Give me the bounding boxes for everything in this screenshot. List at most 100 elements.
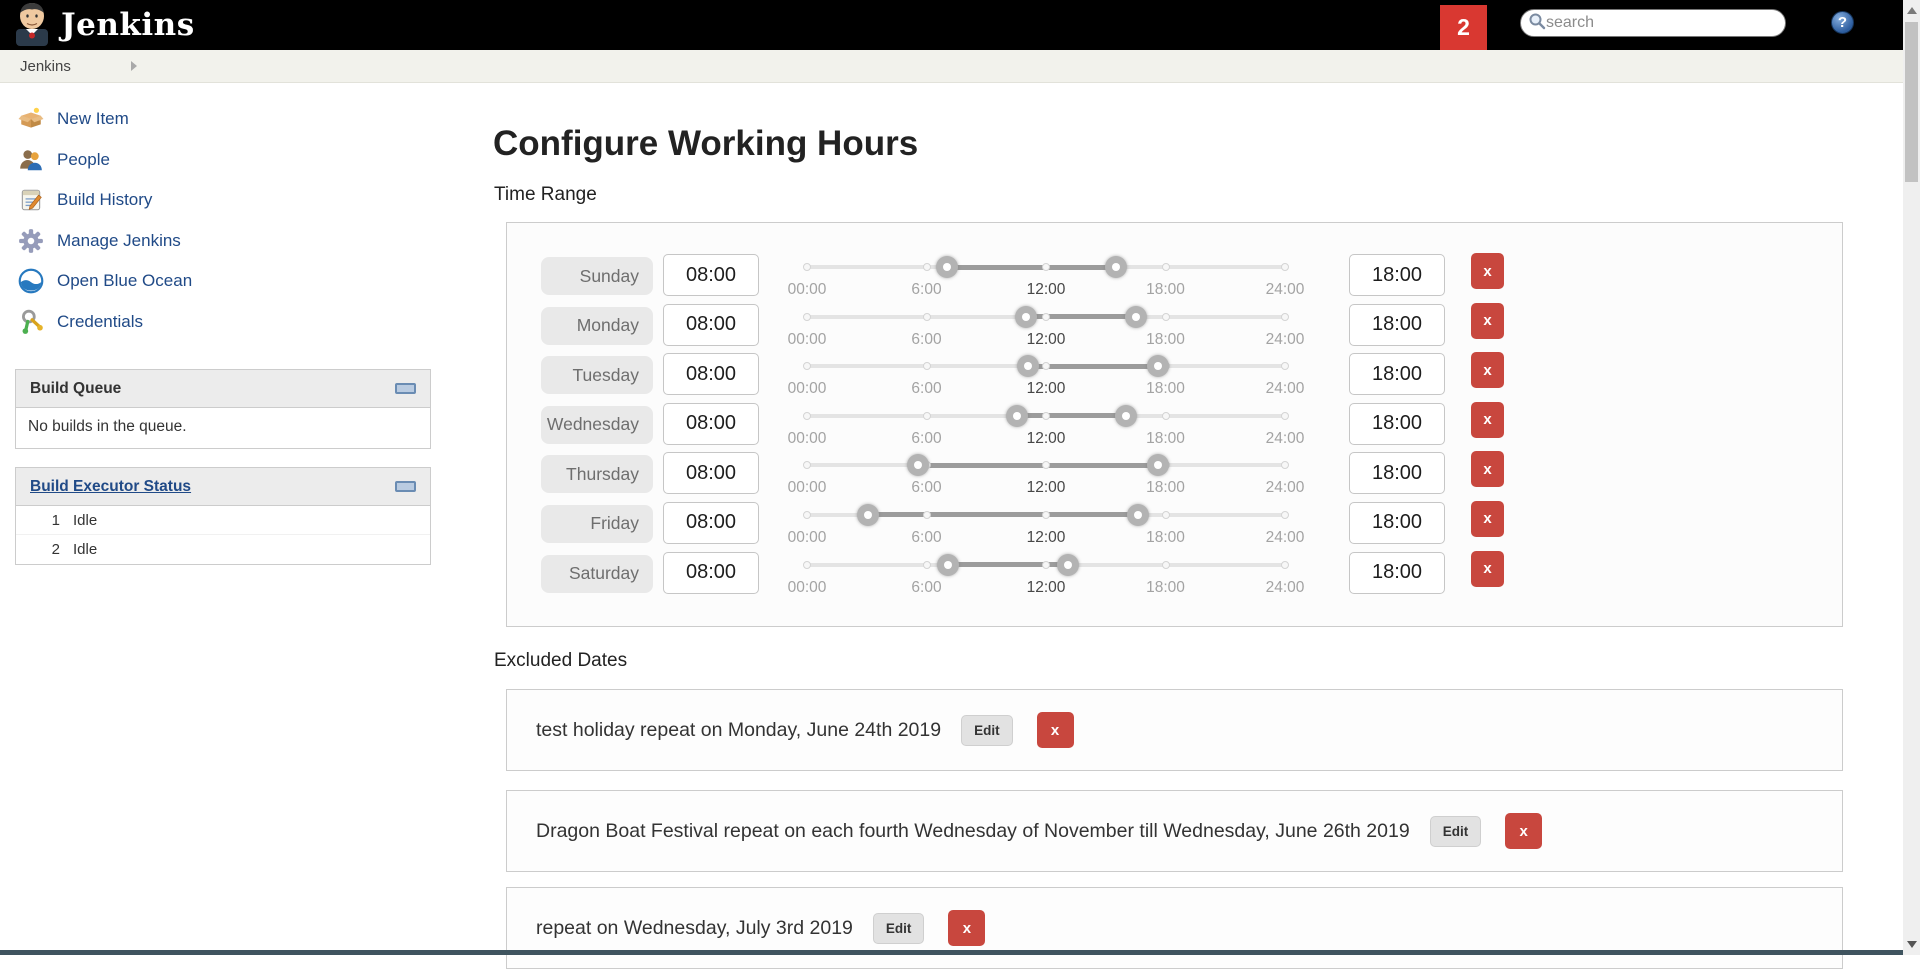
breadcrumb-jenkins[interactable]: Jenkins (20, 58, 71, 75)
axis-tick-label: 00:00 (788, 529, 827, 547)
jenkins-butler-icon (12, 0, 52, 51)
sidebar-item-people[interactable]: People (18, 140, 418, 181)
slider-handle-end[interactable] (1127, 504, 1149, 526)
notification-badge[interactable]: 2 (1440, 5, 1487, 50)
edit-excluded-date-button[interactable]: Edit (961, 715, 1013, 746)
slider-tick-dot (803, 313, 811, 321)
slider-handle-start[interactable] (1006, 405, 1028, 427)
start-time-input[interactable] (663, 502, 759, 544)
scrollbar-thumb[interactable] (1905, 22, 1918, 182)
edit-excluded-date-button[interactable]: Edit (1430, 816, 1482, 847)
remove-day-button[interactable]: x (1471, 352, 1504, 388)
day-label-button[interactable]: Saturday (541, 555, 653, 593)
remove-day-button[interactable]: x (1471, 451, 1504, 487)
start-time-input[interactable] (663, 403, 759, 445)
slider-tick-dot (923, 313, 931, 321)
start-time-input[interactable] (663, 254, 759, 296)
slider-handle-start[interactable] (937, 554, 959, 576)
jenkins-home-link[interactable]: Jenkins (12, 1, 195, 49)
day-label-button[interactable]: Wednesday (541, 406, 653, 444)
sidebar-item-credentials[interactable]: Credentials (18, 302, 418, 343)
axis-tick-label: 18:00 (1146, 281, 1185, 299)
collapse-icon[interactable] (395, 481, 416, 492)
slider-tick-dot (923, 263, 931, 271)
help-icon[interactable]: ? (1831, 11, 1854, 34)
time-range-slider[interactable]: 00:00 6:00 12:00 18:00 24:00 (807, 301, 1285, 350)
end-time-input[interactable] (1349, 403, 1445, 445)
slider-handle-start[interactable] (907, 454, 929, 476)
breadcrumb-chevron-icon[interactable] (131, 61, 137, 71)
slider-handle-end[interactable] (1125, 306, 1147, 328)
day-label-button[interactable]: Tuesday (541, 356, 653, 394)
remove-day-button[interactable]: x (1471, 303, 1504, 339)
axis-tick-label: 6:00 (911, 281, 941, 299)
day-label-button[interactable]: Friday (541, 505, 653, 543)
scrollbar-down-arrow-icon[interactable] (1907, 941, 1917, 948)
time-range-slider[interactable]: 00:00 6:00 12:00 18:00 24:00 (807, 449, 1285, 498)
time-range-slider[interactable]: 00:00 6:00 12:00 18:00 24:00 (807, 251, 1285, 300)
end-time-input[interactable] (1349, 452, 1445, 494)
sidebar-item-open-blue-ocean[interactable]: Open Blue Ocean (18, 261, 418, 302)
time-range-slider[interactable]: 00:00 6:00 12:00 18:00 24:00 (807, 400, 1285, 449)
slider-handle-start[interactable] (936, 256, 958, 278)
edit-excluded-date-button[interactable]: Edit (873, 913, 925, 944)
sidebar-item-label: Open Blue Ocean (57, 271, 192, 291)
remove-excluded-date-button[interactable]: x (948, 910, 985, 946)
excluded-date-text: repeat on Wednesday, July 3rd 2019 (536, 917, 853, 940)
day-label-button[interactable]: Sunday (541, 257, 653, 295)
build-executor-status-title[interactable]: Build Executor Status (30, 478, 191, 496)
slider-handle-start[interactable] (1017, 355, 1039, 377)
collapse-icon[interactable] (395, 383, 416, 394)
remove-excluded-date-button[interactable]: x (1505, 813, 1542, 849)
sidebar-item-new-item[interactable]: New Item (18, 99, 418, 140)
slider-tick-dot (923, 511, 931, 519)
blue-ocean-icon (18, 268, 44, 294)
slider-selected-range (1017, 413, 1126, 418)
time-range-slider[interactable]: 00:00 6:00 12:00 18:00 24:00 (807, 350, 1285, 399)
axis-tick-label: 24:00 (1266, 281, 1305, 299)
scrollbar-up-arrow-icon[interactable] (1907, 7, 1917, 14)
sidebar-item-label: Build History (57, 190, 152, 210)
day-label-button[interactable]: Monday (541, 307, 653, 345)
vertical-scrollbar (1903, 0, 1920, 955)
executor-status: Idle (73, 541, 97, 558)
search-box (1520, 9, 1786, 37)
breadcrumb: Jenkins (0, 50, 1903, 83)
slider-handle-end[interactable] (1057, 554, 1079, 576)
axis-tick-label: 00:00 (788, 331, 827, 349)
slider-tick-dot (803, 511, 811, 519)
axis-tick-label: 24:00 (1266, 479, 1305, 497)
slider-handle-end[interactable] (1115, 405, 1137, 427)
remove-day-button[interactable]: x (1471, 253, 1504, 289)
remove-day-button[interactable]: x (1471, 501, 1504, 537)
slider-tick-dot (1042, 511, 1050, 519)
end-time-input[interactable] (1349, 353, 1445, 395)
end-time-input[interactable] (1349, 304, 1445, 346)
start-time-input[interactable] (663, 304, 759, 346)
slider-tick-dot (1162, 511, 1170, 519)
time-range-slider[interactable]: 00:00 6:00 12:00 18:00 24:00 (807, 499, 1285, 548)
remove-day-button[interactable]: x (1471, 551, 1504, 587)
slider-handle-end[interactable] (1147, 355, 1169, 377)
excluded-date-text: Dragon Boat Festival repeat on each four… (536, 820, 1410, 843)
search-input[interactable] (1546, 14, 1766, 32)
slider-handle-start[interactable] (1015, 306, 1037, 328)
axis-tick-label: 18:00 (1146, 380, 1185, 398)
remove-excluded-date-button[interactable]: x (1037, 712, 1074, 748)
start-time-input[interactable] (663, 552, 759, 594)
day-label-button[interactable]: Thursday (541, 455, 653, 493)
sidebar-item-build-history[interactable]: Build History (18, 180, 418, 221)
start-time-input[interactable] (663, 353, 759, 395)
slider-handle-end[interactable] (1105, 256, 1127, 278)
remove-day-button[interactable]: x (1471, 402, 1504, 438)
slider-tick-dot (923, 561, 931, 569)
sidebar-item-manage-jenkins[interactable]: Manage Jenkins (18, 221, 418, 262)
slider-handle-start[interactable] (857, 504, 879, 526)
slider-handle-end[interactable] (1147, 454, 1169, 476)
end-time-input[interactable] (1349, 254, 1445, 296)
axis-tick-label: 18:00 (1146, 430, 1185, 448)
end-time-input[interactable] (1349, 502, 1445, 544)
time-range-slider[interactable]: 00:00 6:00 12:00 18:00 24:00 (807, 549, 1285, 598)
end-time-input[interactable] (1349, 552, 1445, 594)
start-time-input[interactable] (663, 452, 759, 494)
